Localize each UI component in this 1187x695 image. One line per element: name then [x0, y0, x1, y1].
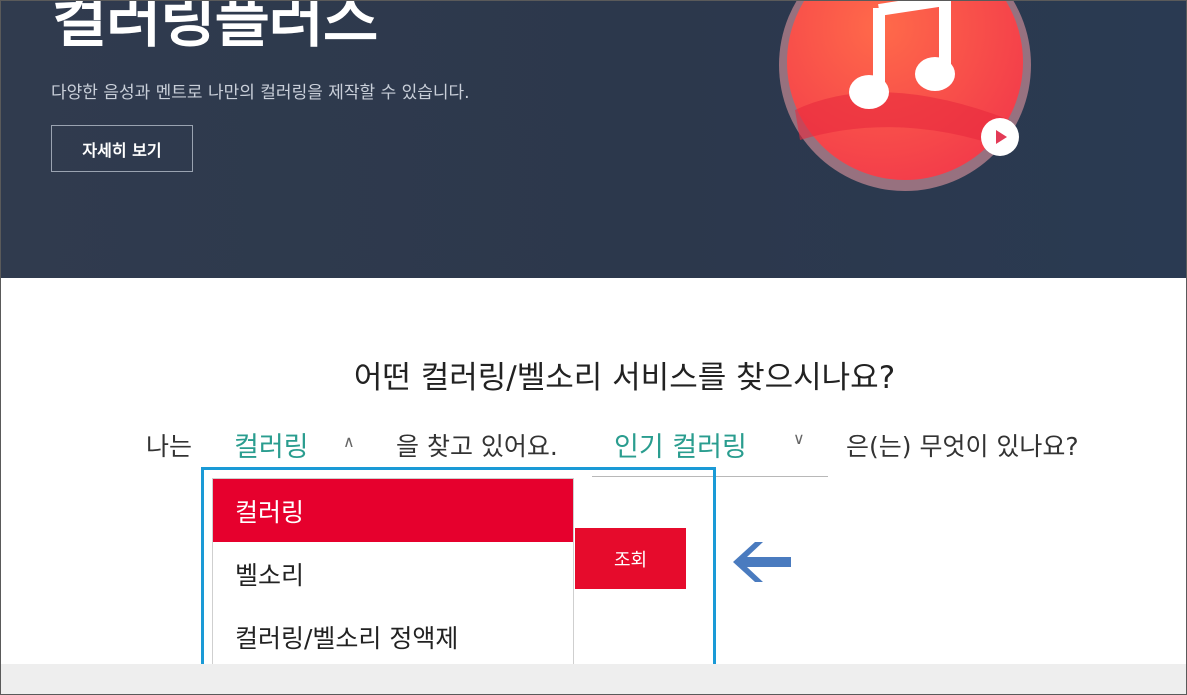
hero-title: 컬러링플러스	[52, 0, 378, 56]
chevron-up-icon[interactable]: ∧	[343, 432, 355, 451]
annotation-highlight-box	[201, 467, 716, 680]
play-icon[interactable]	[981, 118, 1019, 156]
music-note-icon	[849, 0, 955, 109]
arrow-left-icon	[733, 542, 791, 582]
detail-button[interactable]: 자세히 보기	[51, 125, 193, 172]
category-select-value[interactable]: 인기 컬러링	[614, 425, 747, 464]
sentence-suffix: 은(는) 무엇이 있나요?	[846, 432, 1079, 461]
bottom-strip	[0, 664, 1187, 695]
hero-banner: 컬러링플러스 다양한 음성과 멘트로 나만의 컬러링을 제작할 수 있습니다. …	[0, 0, 1187, 278]
sentence-middle: 을 찾고 있어요.	[396, 432, 558, 461]
sentence-prefix: 나는	[146, 432, 193, 461]
search-question: 어떤 컬러링/벨소리 서비스를 찾으시나요?	[353, 360, 896, 396]
type-select-value[interactable]: 컬러링	[234, 425, 309, 464]
hero-subtitle: 다양한 음성과 멘트로 나만의 컬러링을 제작할 수 있습니다.	[51, 83, 470, 103]
chevron-down-icon[interactable]: ∨	[793, 429, 805, 448]
